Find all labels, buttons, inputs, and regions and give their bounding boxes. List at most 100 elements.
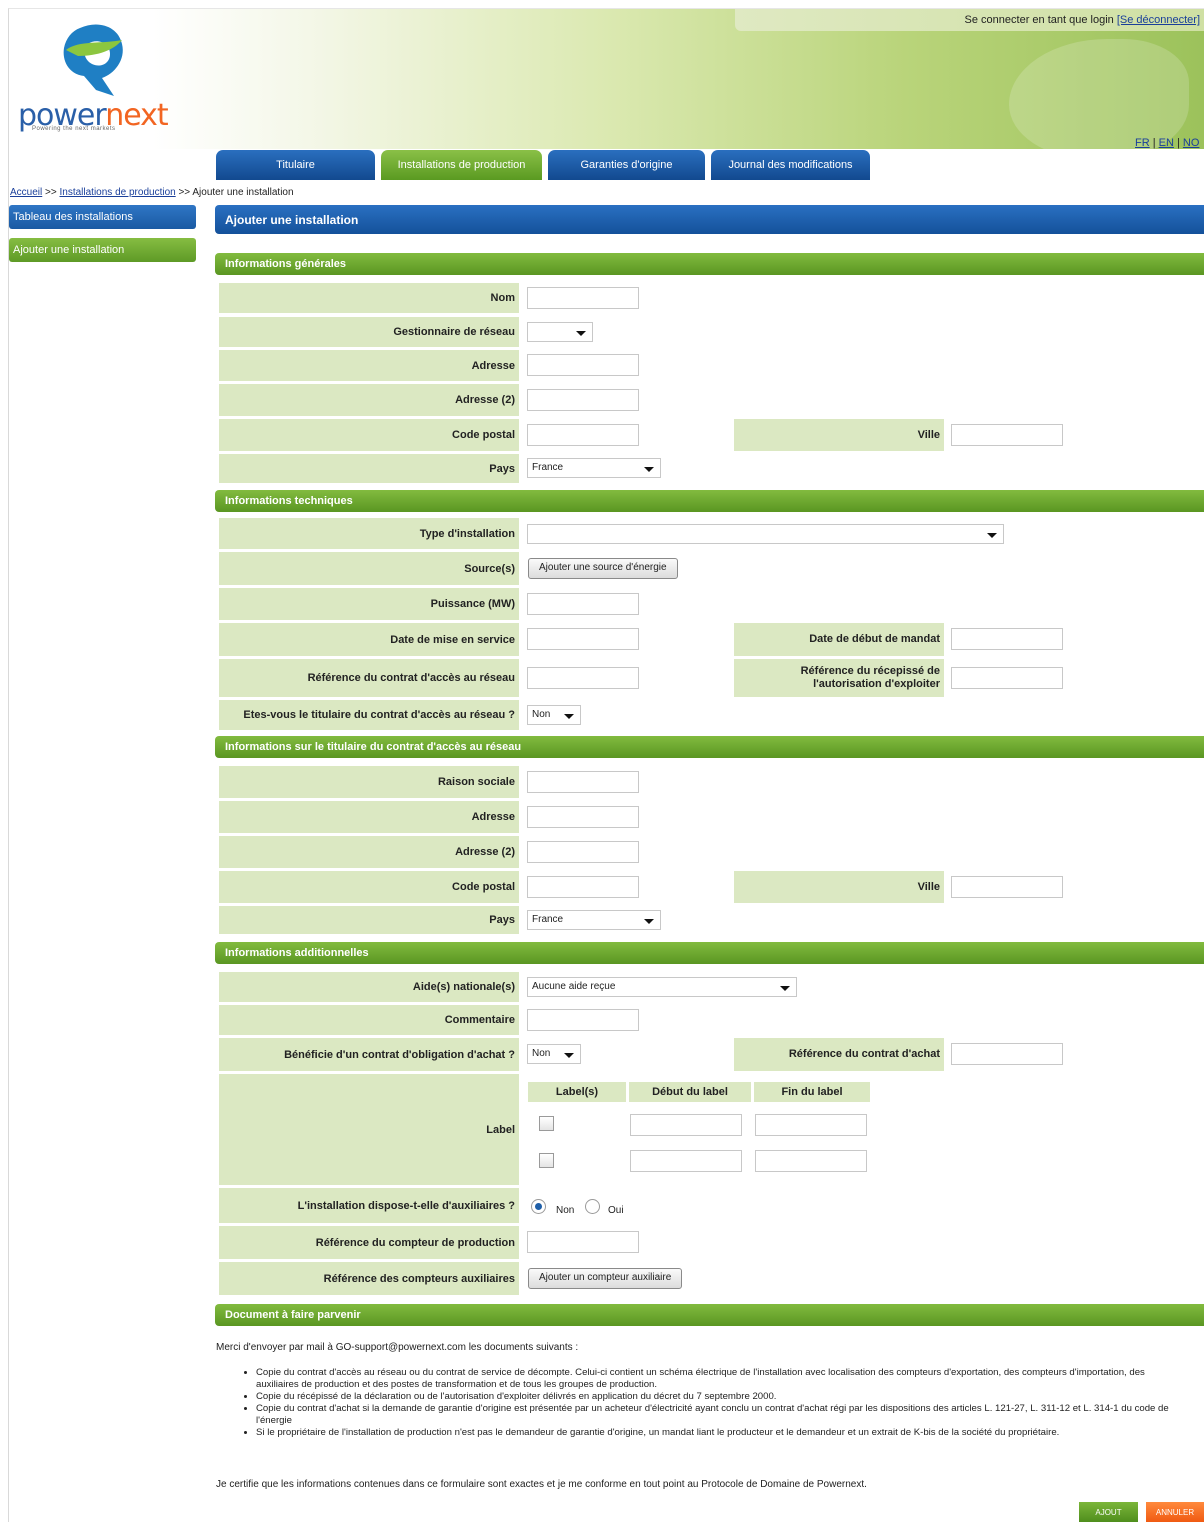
sidebar-item-ajouter-installation[interactable]: Ajouter une installation (9, 238, 196, 262)
certification-text: Je certifie que les informations contenu… (216, 1479, 867, 1490)
form-row-ref-compteur: Référence du compteur de production (219, 1226, 1204, 1259)
obligation-selected-value: Non (532, 1048, 551, 1059)
chevron-down-icon (564, 714, 574, 719)
ref-recepisse-label-line2: l'autorisation d'exploiter (813, 678, 940, 690)
type-installation-select[interactable] (527, 524, 1004, 544)
adresse2-input[interactable] (527, 389, 639, 411)
form-row-adresse2: Adresse (2) (219, 384, 1204, 416)
logo-tagline: Powering the next markets (32, 126, 116, 132)
obligation-select[interactable]: Non (527, 1044, 581, 1064)
date-mise-service-input[interactable] (527, 628, 639, 650)
type-installation-label: Type d'installation (219, 518, 519, 549)
lang-separator: | (1149, 137, 1159, 149)
ref-contrat-achat-label: Référence du contrat d'achat (734, 1038, 944, 1071)
auxiliaires-non-label: Non (556, 1205, 575, 1216)
raison-sociale-input[interactable] (527, 771, 639, 793)
adresse-input[interactable] (527, 354, 639, 376)
raison-sociale-label: Raison sociale (219, 766, 519, 798)
holder-code-postal-input[interactable] (527, 876, 639, 898)
label-debut-input-1[interactable] (630, 1114, 742, 1136)
label-debut-input-2[interactable] (630, 1150, 742, 1172)
holder-pays-selected-value: France (532, 914, 564, 925)
auxiliaires-oui-radio[interactable] (585, 1199, 600, 1214)
aides-select[interactable]: Aucune aide reçue (527, 977, 797, 997)
tab-installations-production[interactable]: Installations de production (381, 150, 542, 180)
form-row-pays: Pays France (219, 454, 1204, 483)
breadcrumb-home-link[interactable]: Accueil (10, 187, 42, 198)
holder-pays-select[interactable]: France (527, 910, 661, 930)
lang-no-link[interactable]: NO (1183, 137, 1200, 149)
date-debut-mandat-input[interactable] (951, 628, 1063, 650)
pays-select[interactable]: France (527, 458, 661, 478)
commentaire-label: Commentaire (219, 1005, 519, 1035)
chevron-down-icon (644, 919, 654, 924)
form-row-holder-adresse: Adresse (219, 801, 1204, 833)
lang-fr-link[interactable]: FR (1135, 137, 1150, 149)
ville-input[interactable] (951, 424, 1063, 446)
ville-label: Ville (734, 419, 944, 451)
add-energy-source-button[interactable]: Ajouter une source d'énergie (528, 558, 678, 579)
code-postal-input[interactable] (527, 424, 639, 446)
ref-recepisse-label-line1: Référence du récepissé de (800, 665, 940, 677)
puissance-input[interactable] (527, 593, 639, 615)
commentaire-input[interactable] (527, 1009, 639, 1031)
ref-compteur-production-input[interactable] (527, 1231, 639, 1253)
logo-mark-icon (63, 24, 123, 96)
label-fin-input-1[interactable] (755, 1114, 867, 1136)
form-row-puissance: Puissance (MW) (219, 588, 1204, 620)
lang-separator: | (1173, 137, 1183, 149)
adresse2-label: Adresse (2) (219, 384, 519, 416)
form-row-dates: Date de mise en service Date de début de… (219, 623, 1204, 656)
breadcrumb-sep: >> (42, 187, 60, 198)
tab-garanties-origine[interactable]: Garanties d'origine (548, 150, 705, 180)
ref-contrat-achat-input[interactable] (951, 1043, 1063, 1065)
label-checkbox-2[interactable] (539, 1153, 554, 1168)
logout-link[interactable]: [Se déconnecter] (1117, 14, 1200, 26)
label-fin-input-2[interactable] (755, 1150, 867, 1172)
section-header-document: Document à faire parvenir (215, 1304, 1204, 1326)
label-checkbox-1[interactable] (539, 1116, 554, 1131)
titulaire-select[interactable]: Non (527, 705, 581, 725)
holder-adresse-input[interactable] (527, 806, 639, 828)
powernext-logo[interactable]: powernext Powering the next markets (18, 20, 178, 140)
ref-contrat-acces-input[interactable] (527, 667, 639, 689)
col-header-debut: Début du label (629, 1082, 751, 1102)
lang-en-link[interactable]: EN (1159, 137, 1174, 149)
add-auxiliary-meter-button[interactable]: Ajouter un compteur auxiliaire (528, 1268, 683, 1289)
chevron-down-icon (780, 986, 790, 991)
cancel-button[interactable]: ANNULER (1146, 1502, 1204, 1522)
breadcrumb-section-link[interactable]: Installations de production (60, 187, 176, 198)
chevron-down-icon (987, 533, 997, 538)
form-row-holder-code-postal: Code postal Ville (219, 871, 1204, 903)
form-row-code-postal: Code postal Ville (219, 419, 1204, 451)
chevron-down-icon (576, 331, 586, 336)
auxiliaires-non-radio[interactable] (531, 1199, 546, 1214)
adresse-label: Adresse (219, 350, 519, 381)
col-header-labels: Label(s) (528, 1082, 626, 1102)
ref-compteurs-auxiliaires-label: Référence des compteurs auxiliaires (219, 1262, 519, 1295)
submit-ajout-button[interactable]: AJOUT (1079, 1502, 1138, 1522)
sidebar-item-tableau-installations[interactable]: Tableau des installations (9, 205, 196, 229)
aides-selected-value: Aucune aide reçue (532, 981, 616, 992)
holder-adresse2-input[interactable] (527, 841, 639, 863)
ref-recepisse-input[interactable] (951, 667, 1063, 689)
holder-ville-input[interactable] (951, 876, 1063, 898)
gestionnaire-select[interactable] (527, 322, 593, 342)
form-row-type: Type d'installation (219, 518, 1204, 549)
section-header-additional: Informations additionnelles (215, 942, 1204, 964)
document-intro: Merci d'envoyer par mail à GO-support@po… (216, 1342, 579, 1353)
tab-titulaire[interactable]: Titulaire (216, 150, 375, 180)
form-row-raison-sociale: Raison sociale (219, 766, 1204, 798)
breadcrumb: Accueil >> Installations de production >… (10, 187, 294, 198)
titulaire-selected-value: Non (532, 709, 551, 720)
nom-input[interactable] (527, 287, 639, 309)
form-row-adresse: Adresse (219, 350, 1204, 381)
form-row-references: Référence du contrat d'accès au réseau R… (219, 659, 1204, 697)
chevron-down-icon (564, 1053, 574, 1058)
tab-journal-modifications[interactable]: Journal des modifications (711, 150, 870, 180)
pays-selected-value: France (532, 462, 564, 473)
section-header-holder: Informations sur le titulaire du contrat… (215, 736, 1204, 758)
language-switcher: FR | EN | NO (1135, 137, 1199, 149)
section-header-general: Informations générales (215, 253, 1204, 275)
form-row-titulaire: Etes-vous le titulaire du contrat d'accè… (219, 700, 1204, 730)
